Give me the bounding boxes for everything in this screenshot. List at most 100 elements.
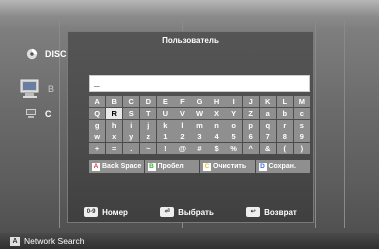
keyboard-key[interactable]: k [157,119,174,131]
remote-button-icon: ↩ [246,207,261,217]
keyboard-key[interactable]: ( [276,143,293,155]
remote-button-icon: 0-9 [84,207,99,217]
keyboard-key[interactable]: 5 [225,131,242,143]
keyboard-key[interactable]: I [225,96,242,107]
keyboard-key[interactable]: R [106,107,123,119]
keyboard-key[interactable]: n [208,119,225,131]
divider [344,16,345,228]
function-key-label: Очистить [213,163,247,170]
keyboard-key[interactable]: o [225,119,242,131]
keyboard-key[interactable]: ) [293,143,310,155]
disc-icon [26,48,38,60]
keyboard-key[interactable]: J [242,96,259,107]
function-key-b[interactable]: B Пробел [144,160,199,173]
keyboard-key[interactable]: E [157,96,174,107]
top-band [0,0,379,16]
keyboard-key[interactable]: # [191,143,208,155]
keyboard-key[interactable]: G [191,96,208,107]
keyboard-key[interactable]: h [106,119,123,131]
keyboard-key[interactable]: X [208,107,225,119]
footer-bar: A Network Search [0,233,379,249]
keyboard-key[interactable]: $ [208,143,225,155]
keyboard-key[interactable]: r [276,119,293,131]
keyboard-key[interactable]: 4 [208,131,225,143]
sidebar-item-label: DISC [45,49,67,59]
select-hint[interactable]: ⏎ Выбрать [160,207,214,217]
keyboard-key[interactable]: 6 [242,131,259,143]
dialog-title: Пользователь [162,36,219,45]
keyboard-key[interactable]: + [89,143,106,155]
keyboard-key[interactable]: 8 [276,131,293,143]
network-icon [26,109,36,118]
keyboard-key[interactable]: g [89,119,106,131]
function-key-label: Пробел [157,163,184,170]
keyboard-key[interactable]: c [293,107,310,119]
keyboard-key[interactable]: H [208,96,225,107]
keyboard-key[interactable]: W [191,107,208,119]
keyboard-key[interactable]: @ [174,143,191,155]
keyboard-key[interactable]: T [140,107,157,119]
sidebar-item-b[interactable]: B [20,79,54,99]
keyboard-key[interactable]: l [174,119,191,131]
hint-bar: 0-9 Номер ⏎ Выбрать ↩ Возврат [68,203,313,221]
keyboard-key[interactable]: 3 [191,131,208,143]
function-key-a[interactable]: A Back Space [89,160,144,173]
pc-icon [20,79,39,98]
keyboard-key[interactable]: 2 [174,131,191,143]
keyboard-key[interactable]: x [106,131,123,143]
network-search-button[interactable]: Network Search [24,236,84,246]
on-screen-keyboard: ABCDEFGHIJKLMNOPQRSTUVWXYZabcdefghijklmn… [89,96,310,155]
function-key-label: Сохран. [268,163,296,170]
keyboard-key[interactable]: y [123,131,140,143]
color-button-icon: B [147,162,156,171]
keyboard-key[interactable]: = [106,143,123,155]
keyboard-key[interactable]: L [276,96,293,107]
keyboard-key[interactable]: a [259,107,276,119]
sidebar-item-c[interactable]: C [25,108,52,120]
keyboard-key[interactable]: Y [225,107,242,119]
function-key-label: Back Space [102,163,142,170]
keyboard-key[interactable]: Q [89,107,106,119]
keyboard-key[interactable]: q [259,119,276,131]
keyboard-key[interactable]: ^ [242,143,259,155]
keyboard-key[interactable]: 1 [157,131,174,143]
sidebar-item-label: B [48,84,55,94]
keyboard-key[interactable]: F [174,96,191,107]
keyboard-key[interactable]: K [259,96,276,107]
keyboard-key[interactable]: s [293,119,310,131]
keyboard-key[interactable]: ! [157,143,174,155]
keyboard-key[interactable]: 7 [259,131,276,143]
hint-label: Выбрать [178,207,214,217]
keyboard-key[interactable]: z [140,131,157,143]
number-hint[interactable]: 0-9 Номер [84,207,128,217]
keyboard-key[interactable]: D [140,96,157,107]
keyboard-key[interactable]: B [106,96,123,107]
sidebar-item-disc[interactable]: DISC [25,48,67,60]
keyboard-key[interactable]: . [123,143,140,155]
hint-label: Возврат [264,207,297,217]
keyboard-key[interactable]: S [123,107,140,119]
keyboard-key[interactable]: Z [242,107,259,119]
keyboard-key[interactable]: j [140,119,157,131]
username-input[interactable]: _ [89,75,310,92]
keyboard-key[interactable]: & [259,143,276,155]
color-button-icon: A [92,162,100,171]
keyboard-key[interactable]: 9 [293,131,310,143]
keyboard-key[interactable]: U [157,107,174,119]
keyboard-key[interactable]: % [225,143,242,155]
keyboard-key[interactable]: C [123,96,140,107]
keyboard-key[interactable]: m [191,119,208,131]
keyboard-key[interactable]: p [242,119,259,131]
keyboard-key[interactable]: i [123,119,140,131]
return-hint[interactable]: ↩ Возврат [246,207,297,217]
keyboard-key[interactable]: b [276,107,293,119]
color-button-icon: C [203,162,211,171]
keyboard-key[interactable]: M [293,96,310,107]
keyboard-key[interactable]: A [89,96,106,107]
sidebar-item-label: C [45,109,52,119]
function-key-c[interactable]: C Очистить [200,160,255,173]
keyboard-key[interactable]: ~ [140,143,157,155]
function-key-d[interactable]: D Сохран. [255,160,310,173]
keyboard-key[interactable]: w [89,131,106,143]
keyboard-key[interactable]: V [174,107,191,119]
